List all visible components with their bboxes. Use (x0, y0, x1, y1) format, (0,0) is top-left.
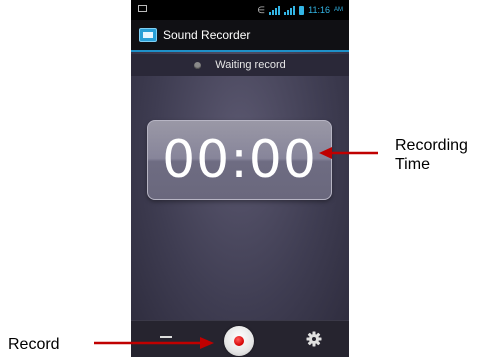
record-icon (234, 336, 244, 346)
recording-time: 00:00 (162, 130, 317, 190)
recording-time-arrow (319, 147, 378, 159)
status-icons: ∈ 11:16 AM (257, 4, 343, 16)
record-annotation: Record (8, 336, 60, 353)
battery-icon (299, 5, 305, 15)
image-icon (138, 5, 147, 12)
phone-screen: ∈ 11:16 AM Sound Recorder Waiting record … (131, 0, 349, 357)
status-bar: ∈ 11:16 AM (131, 0, 349, 20)
action-bar: Sound Recorder (131, 20, 349, 52)
signal-icon (269, 5, 281, 15)
bluetooth-icon: ∈ (257, 5, 266, 15)
recording-time-annotation-line2: Time (395, 156, 430, 173)
recording-status-label: Waiting record (215, 59, 286, 71)
recording-time-annotation: Recording Time (395, 136, 468, 174)
recording-status: Waiting record (131, 54, 349, 76)
recording-timer: 00:00 (147, 120, 332, 200)
status-time: 11:16 (308, 5, 330, 15)
status-ampm: AM (334, 7, 343, 13)
recording-time-annotation-line1: Recording (395, 137, 468, 154)
gear-icon[interactable] (306, 331, 322, 347)
record-arrow (94, 337, 214, 349)
status-indicator-icon (194, 61, 202, 69)
sound-recorder-app-icon[interactable] (139, 28, 157, 42)
record-button[interactable] (224, 326, 254, 356)
signal-icon (284, 5, 296, 15)
app-title: Sound Recorder (163, 28, 251, 42)
